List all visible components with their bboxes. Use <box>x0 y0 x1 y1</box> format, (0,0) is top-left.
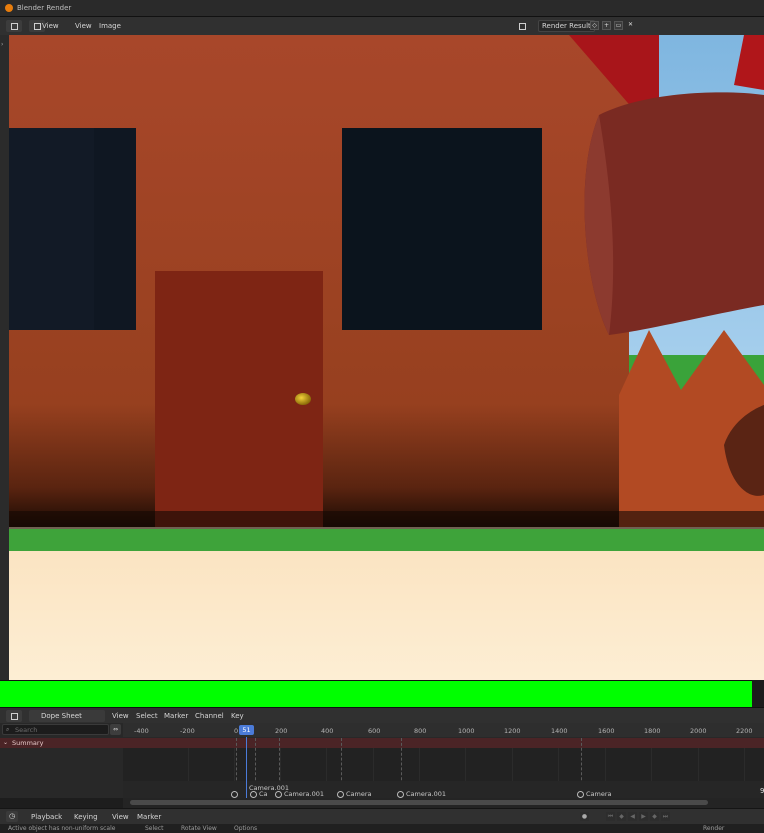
editor-type-button[interactable] <box>6 20 22 32</box>
window-title: Blender Render <box>17 4 72 12</box>
timeline-menu-playback[interactable]: Playback <box>31 811 62 823</box>
jump-end-icon[interactable]: ⏭ <box>661 812 670 821</box>
ruler-tick: 0 <box>234 727 239 735</box>
blender-logo-icon <box>5 4 13 12</box>
playhead-line[interactable] <box>246 737 247 807</box>
timeline-editor-type-button[interactable]: ◷ <box>6 811 19 822</box>
render-progress-bar <box>0 680 752 708</box>
status-message: Active object has non-uniform scale <box>8 825 116 832</box>
marker-label: Camera <box>346 790 372 798</box>
ruler-tick: 1400 <box>551 727 568 735</box>
marker[interactable]: Camera <box>337 790 372 798</box>
horizontal-scrollbar[interactable] <box>130 800 708 805</box>
dope-menu-key[interactable]: Key <box>231 710 244 722</box>
timeline-menu-keying[interactable]: Keying <box>74 811 98 823</box>
dope-menu-marker[interactable]: Marker <box>164 710 188 722</box>
record-icon[interactable]: ● <box>580 812 589 821</box>
ruler-tick: 800 <box>414 727 427 735</box>
menu-image[interactable]: Image <box>99 20 121 32</box>
dope-menu-channel[interactable]: Channel <box>195 710 224 722</box>
render-result-image[interactable] <box>9 35 764 680</box>
ruler-tick: 1200 <box>504 727 521 735</box>
marker-label: Ca <box>259 790 268 798</box>
chevron-right-icon: › <box>1 41 4 48</box>
marker[interactable]: Camera.001 <box>397 790 446 798</box>
menu-view[interactable]: View <box>75 20 92 32</box>
channel-search-input[interactable]: ⌕ Search <box>2 724 109 735</box>
jump-start-icon[interactable]: ⏮ <box>606 812 615 821</box>
fake-user-shield-icon[interactable]: ◇ <box>590 21 599 30</box>
ruler-tick: 200 <box>275 727 288 735</box>
prev-keyframe-icon[interactable]: ◆ <box>617 812 626 821</box>
image-editor-header: View View Image Render Result ◇ + ▭ ✕ <box>0 17 764 35</box>
ruler-tick: 1600 <box>598 727 615 735</box>
render-status-label: Render <box>703 825 725 832</box>
marker[interactable] <box>231 790 240 798</box>
status-bar: Active object has non-uniform scale Sele… <box>0 824 764 833</box>
chevron-down-icon[interactable]: ⌄ <box>3 739 8 746</box>
edge-frame-number: 9 <box>760 787 764 795</box>
search-icon: ⌕ <box>6 726 10 733</box>
camera-marker-icon <box>337 790 344 798</box>
dope-menu-select[interactable]: Select <box>136 710 158 722</box>
dope-sheet-header: Dope Sheet View Select Marker Channel Ke… <box>0 707 764 724</box>
status-hint-rotate-view: Rotate View <box>181 825 217 832</box>
status-hint-options: Options <box>234 825 258 832</box>
play-icon[interactable]: ▶ <box>639 812 648 821</box>
ruler-tick: -400 <box>134 727 149 735</box>
window-titlebar: Blender Render <box>0 0 764 17</box>
ruler-tick: 2200 <box>736 727 753 735</box>
image-browse-button[interactable] <box>519 20 526 32</box>
dope-mode-dropdown[interactable]: Dope Sheet <box>29 710 105 722</box>
status-hint-select: Select <box>145 825 164 832</box>
swap-arrows-icon[interactable]: ⇔ <box>110 724 121 735</box>
keyframe-area[interactable] <box>123 748 764 781</box>
image-browse-icon <box>519 22 526 30</box>
summary-channel-row[interactable]: ⌄ Summary <box>0 738 764 748</box>
camera-marker-icon <box>231 790 238 798</box>
view-mode-icon <box>33 22 41 30</box>
timeline-header: ◷ Playback Keying View Marker ● ⏮ ◆ ◀ ▶ … <box>0 808 764 825</box>
marker[interactable]: Ca <box>250 790 268 798</box>
search-placeholder: Search <box>15 726 38 734</box>
close-image-icon[interactable]: ✕ <box>626 21 635 30</box>
camera-marker-icon <box>250 790 257 798</box>
image-editor-icon <box>10 22 18 30</box>
ruler-tick: 1000 <box>458 727 475 735</box>
dope-sheet-icon <box>10 712 18 720</box>
current-frame-indicator[interactable]: 51 <box>239 725 254 735</box>
ruler-tick: 1800 <box>644 727 661 735</box>
new-image-icon[interactable]: + <box>602 21 611 30</box>
marker-label: Camera <box>586 790 612 798</box>
marker-label: Camera.001 <box>406 790 446 798</box>
play-reverse-icon[interactable]: ◀ <box>628 812 637 821</box>
ruler-tick: -200 <box>180 727 195 735</box>
camera-marker-icon <box>397 790 404 798</box>
image-name-field[interactable]: Render Result <box>538 20 595 32</box>
marker[interactable]: Camera <box>577 790 612 798</box>
next-keyframe-icon[interactable]: ◆ <box>650 812 659 821</box>
ruler-tick: 400 <box>321 727 334 735</box>
marker-label: Camera.001 <box>284 790 324 798</box>
dope-editor-type-button[interactable] <box>6 710 22 722</box>
rendered-scene <box>9 35 764 680</box>
dope-menu-view[interactable]: View <box>112 710 129 722</box>
marker[interactable]: Camera.001 <box>275 790 324 798</box>
timeline-menu-view[interactable]: View <box>112 811 129 823</box>
ruler-tick: 2000 <box>690 727 707 735</box>
progress-bar-gutter <box>752 680 764 706</box>
ruler-tick: 600 <box>368 727 381 735</box>
menu-view-mode[interactable]: View <box>42 20 59 32</box>
clock-icon: ◷ <box>9 812 16 820</box>
frame-ruler[interactable]: -400 -200 0 200 400 600 800 1000 1200 14… <box>123 723 764 737</box>
summary-label: Summary <box>12 739 44 747</box>
camera-marker-icon <box>275 790 282 798</box>
timeline-menu-marker[interactable]: Marker <box>137 811 161 823</box>
camera-marker-icon <box>577 790 584 798</box>
open-folder-icon[interactable]: ▭ <box>614 21 623 30</box>
